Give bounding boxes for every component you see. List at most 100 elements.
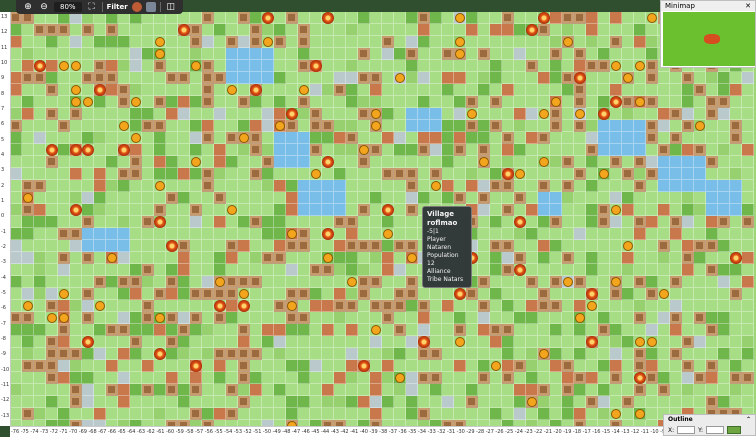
map-tile[interactable] xyxy=(34,192,46,204)
map-tile[interactable] xyxy=(142,384,154,396)
map-tile[interactable] xyxy=(238,276,250,288)
map-tile[interactable] xyxy=(250,120,262,132)
oasis-marker[interactable] xyxy=(599,169,609,179)
map-tile[interactable] xyxy=(142,252,154,264)
map-tile[interactable] xyxy=(286,252,298,264)
map-tile[interactable] xyxy=(202,408,214,420)
map-tile[interactable] xyxy=(526,156,538,168)
map-tile[interactable] xyxy=(742,384,754,396)
map-tile[interactable] xyxy=(718,396,730,408)
map-tile[interactable] xyxy=(706,120,718,132)
map-tile[interactable] xyxy=(670,192,682,204)
map-tile[interactable] xyxy=(730,180,742,192)
map-tile[interactable] xyxy=(430,396,442,408)
map-tile[interactable] xyxy=(94,372,106,384)
map-tile[interactable] xyxy=(550,336,562,348)
map-tile[interactable] xyxy=(466,48,478,60)
map-tile[interactable] xyxy=(190,348,202,360)
map-tile[interactable] xyxy=(550,324,562,336)
map-tile[interactable] xyxy=(634,72,646,84)
map-tile[interactable] xyxy=(118,180,130,192)
map-tile[interactable] xyxy=(382,48,394,60)
map-tile[interactable] xyxy=(418,36,430,48)
map-tile[interactable] xyxy=(130,324,142,336)
map-tile[interactable] xyxy=(106,168,118,180)
map-tile[interactable] xyxy=(70,336,82,348)
map-tile[interactable] xyxy=(238,12,250,24)
map-tile[interactable] xyxy=(502,192,514,204)
map-tile[interactable] xyxy=(142,72,154,84)
map-tile[interactable] xyxy=(706,228,718,240)
map-tile[interactable] xyxy=(10,132,22,144)
map-tile[interactable] xyxy=(370,192,382,204)
oasis-marker[interactable] xyxy=(95,301,105,311)
map-tile[interactable] xyxy=(250,264,262,276)
oasis-marker[interactable] xyxy=(455,49,465,59)
map-tile[interactable] xyxy=(178,276,190,288)
map-tile[interactable] xyxy=(250,348,262,360)
map-tile[interactable] xyxy=(430,12,442,24)
map-tile[interactable] xyxy=(550,252,562,264)
map-tile[interactable] xyxy=(250,408,262,420)
map-tile[interactable] xyxy=(226,408,238,420)
map-tile[interactable] xyxy=(670,216,682,228)
map-tile[interactable] xyxy=(478,132,490,144)
map-tile[interactable] xyxy=(694,372,706,384)
map-tile[interactable] xyxy=(334,84,346,96)
camp-marker[interactable] xyxy=(214,300,226,312)
map-tile[interactable] xyxy=(130,396,142,408)
map-tile[interactable] xyxy=(670,156,682,168)
map-tile[interactable] xyxy=(286,192,298,204)
oasis-marker[interactable] xyxy=(191,157,201,167)
map-tile[interactable] xyxy=(490,96,502,108)
map-tile[interactable] xyxy=(58,48,70,60)
map-tile[interactable] xyxy=(634,228,646,240)
map-tile[interactable] xyxy=(574,348,586,360)
map-tile[interactable] xyxy=(406,192,418,204)
map-tile[interactable] xyxy=(418,360,430,372)
map-tile[interactable] xyxy=(46,240,58,252)
map-tile[interactable] xyxy=(226,360,238,372)
map-tile[interactable] xyxy=(634,192,646,204)
map-tile[interactable] xyxy=(718,228,730,240)
map-tile[interactable] xyxy=(742,264,754,276)
map-tile[interactable] xyxy=(622,12,634,24)
oasis-filter-icon[interactable] xyxy=(145,2,156,12)
map-tile[interactable] xyxy=(490,276,502,288)
map-tile[interactable] xyxy=(130,144,142,156)
map-tile[interactable] xyxy=(238,360,250,372)
map-tile[interactable] xyxy=(58,324,70,336)
map-tile[interactable] xyxy=(610,396,622,408)
map-tile[interactable] xyxy=(106,360,118,372)
map-tile[interactable] xyxy=(178,360,190,372)
map-tile[interactable] xyxy=(322,276,334,288)
camp-marker[interactable] xyxy=(610,96,622,108)
map-tile[interactable] xyxy=(394,48,406,60)
map-tile[interactable] xyxy=(382,156,394,168)
map-tile[interactable] xyxy=(394,36,406,48)
map-tile[interactable] xyxy=(130,228,142,240)
map-tile[interactable] xyxy=(106,192,118,204)
map-tile[interactable] xyxy=(490,336,502,348)
map-tile[interactable] xyxy=(358,396,370,408)
map-tile[interactable] xyxy=(154,360,166,372)
map-tile[interactable] xyxy=(250,252,262,264)
map-tile[interactable] xyxy=(22,204,34,216)
map-tile[interactable] xyxy=(658,300,670,312)
map-tile[interactable] xyxy=(574,228,586,240)
village-filter-icon[interactable] xyxy=(131,2,142,12)
map-tile[interactable] xyxy=(418,156,430,168)
map-tile[interactable] xyxy=(262,372,274,384)
map-tile[interactable] xyxy=(574,204,586,216)
map-tile[interactable] xyxy=(562,204,574,216)
map-tile[interactable] xyxy=(346,312,358,324)
oasis-marker[interactable] xyxy=(611,277,621,287)
map-tile[interactable] xyxy=(670,96,682,108)
map-tile[interactable] xyxy=(250,48,262,60)
map-tile[interactable] xyxy=(646,96,658,108)
map-tile[interactable] xyxy=(322,300,334,312)
map-tile[interactable] xyxy=(298,312,310,324)
map-tile[interactable] xyxy=(262,336,274,348)
map-tile[interactable] xyxy=(178,84,190,96)
map-tile[interactable] xyxy=(478,216,490,228)
